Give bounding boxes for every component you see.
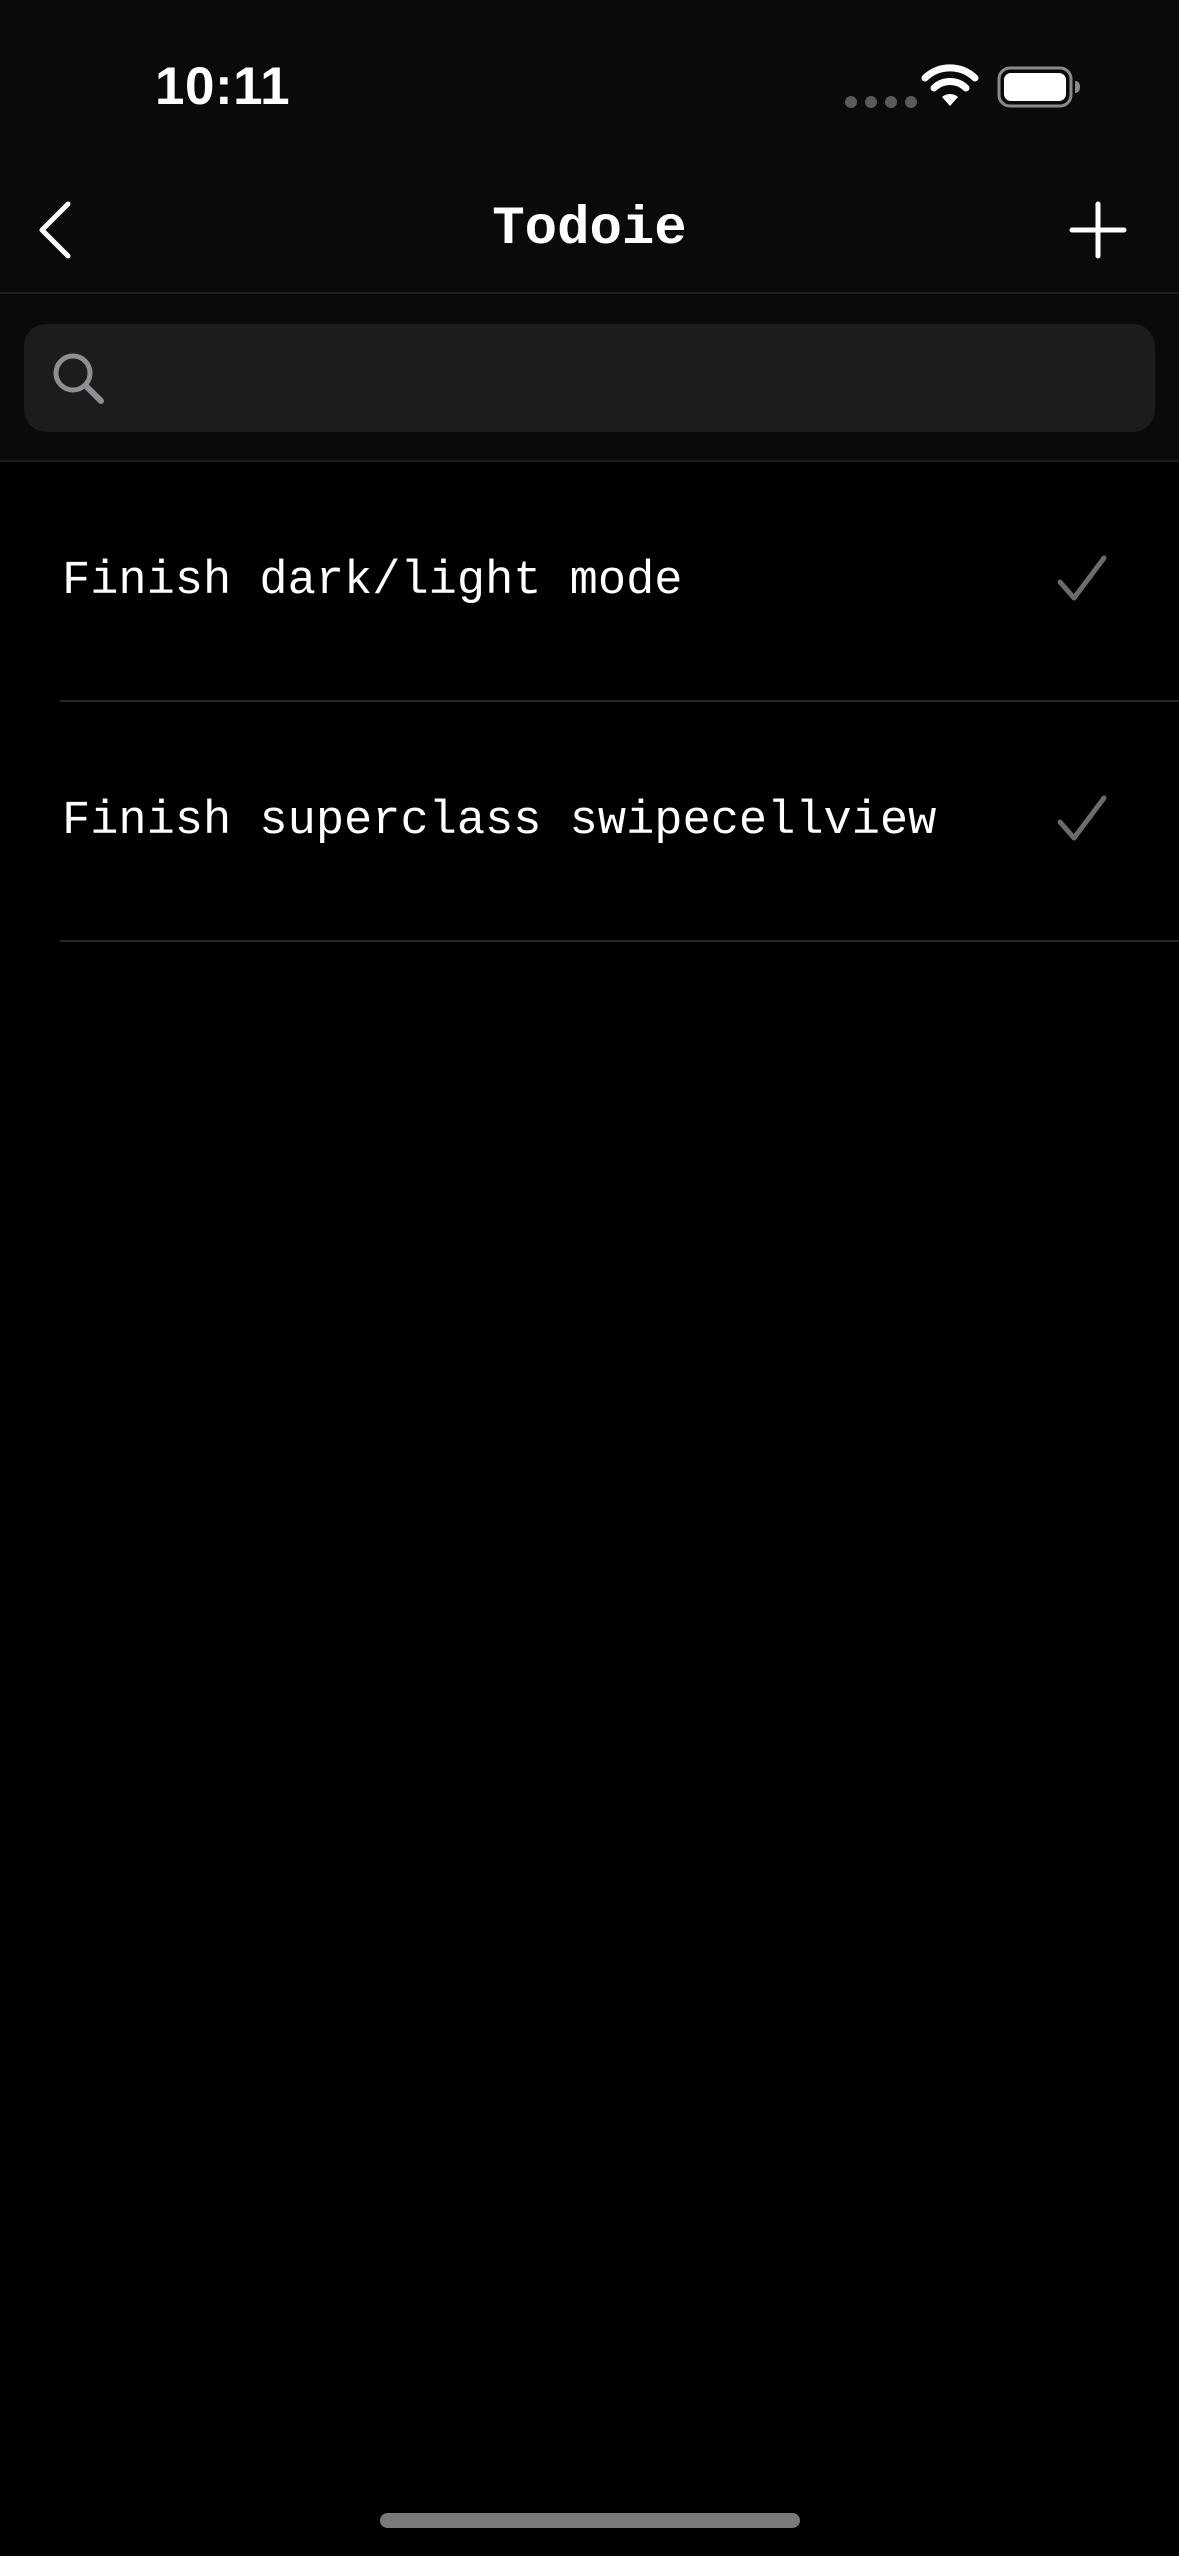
todo-list: Finish dark/light mode Finish superclass… bbox=[0, 462, 1179, 942]
plus-icon bbox=[1069, 201, 1127, 259]
checkmark-icon bbox=[1057, 555, 1107, 601]
search-input[interactable] bbox=[124, 324, 1138, 434]
todo-row-dark-light-mode[interactable]: Finish dark/light mode bbox=[0, 462, 1179, 702]
add-item-button[interactable] bbox=[1060, 192, 1136, 268]
home-indicator[interactable] bbox=[380, 2513, 800, 2528]
todo-row-superclass-swipecellview[interactable]: Finish superclass swipecellview bbox=[0, 702, 1179, 942]
page-title: Todoie bbox=[492, 199, 687, 260]
search-icon bbox=[53, 353, 104, 404]
wifi-icon bbox=[921, 64, 979, 106]
todo-title: Finish superclass swipecellview bbox=[62, 795, 937, 848]
search-field[interactable] bbox=[24, 324, 1155, 434]
checkmark-icon bbox=[1057, 795, 1107, 841]
status-bar: 10:11 bbox=[0, 0, 1179, 170]
cellular-signal-icon bbox=[845, 96, 917, 108]
search-bar bbox=[0, 294, 1179, 462]
navigation-bar: Todoie bbox=[0, 170, 1179, 294]
todo-title: Finish dark/light mode bbox=[62, 555, 683, 608]
status-time: 10:11 bbox=[155, 57, 291, 116]
battery-icon bbox=[997, 66, 1080, 108]
